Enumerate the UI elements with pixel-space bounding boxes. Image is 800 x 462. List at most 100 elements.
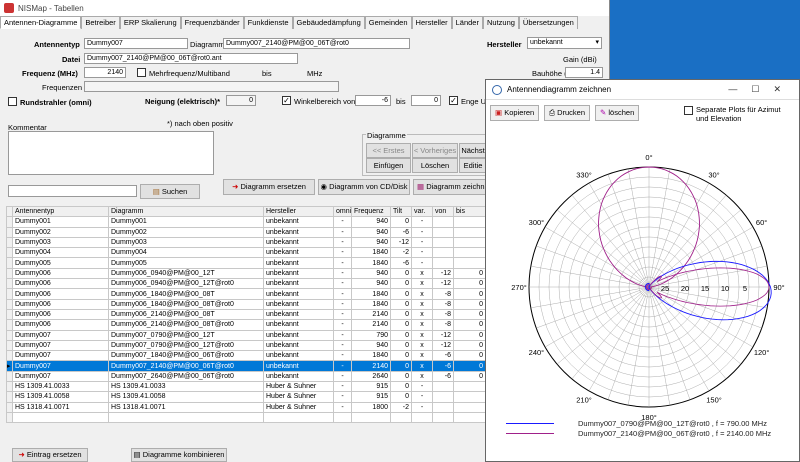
table-cell[interactable]: [432, 257, 454, 269]
table-cell[interactable]: [453, 257, 486, 269]
table-cell[interactable]: 0: [390, 288, 412, 300]
table-cell[interactable]: Dummy004: [12, 247, 109, 259]
column-header[interactable]: Diagramm: [108, 205, 264, 218]
table-cell[interactable]: 1840: [351, 350, 391, 362]
table-cell[interactable]: -: [411, 247, 433, 259]
table-cell[interactable]: [432, 236, 454, 249]
winkel-von-field[interactable]: -6: [355, 95, 391, 106]
table-cell[interactable]: x: [411, 288, 433, 300]
table-cell[interactable]: -: [333, 360, 352, 372]
table-row[interactable]: Dummy007 Dummy007_0790@PM@00_12T unbekannt…: [6, 329, 486, 341]
search-input[interactable]: [8, 185, 137, 197]
table-cell[interactable]: -: [333, 381, 352, 393]
table-row[interactable]: ▸ Dummy007 Dummy007_2140@PM@00_06T@rot0 unb…: [6, 360, 486, 372]
table-cell[interactable]: [432, 216, 454, 228]
einfuegen-button[interactable]: Einfügen: [366, 158, 411, 173]
table-cell[interactable]: -: [333, 370, 352, 383]
table-cell[interactable]: 790: [351, 329, 391, 341]
table-cell[interactable]: 0: [453, 288, 486, 300]
table-cell[interactable]: 1840: [351, 288, 391, 300]
table-cell[interactable]: unbekannt: [263, 216, 334, 228]
table-cell[interactable]: -12: [432, 267, 454, 280]
table-cell[interactable]: unbekannt: [263, 267, 334, 280]
table-cell[interactable]: [432, 381, 454, 393]
table-cell[interactable]: unbekannt: [263, 329, 334, 341]
tab-1[interactable]: Betreiber: [81, 16, 120, 29]
table-cell[interactable]: 0: [453, 339, 486, 352]
table-cell[interactable]: 0: [453, 298, 486, 310]
table-cell[interactable]: 915: [351, 391, 391, 403]
table-cell[interactable]: -12: [432, 329, 454, 341]
table-cell[interactable]: x: [411, 350, 433, 362]
table-cell[interactable]: 1840: [351, 257, 391, 269]
antennentyp-field[interactable]: Dummy007: [84, 38, 188, 49]
table-cell[interactable]: -2: [390, 401, 412, 413]
table-cell[interactable]: Dummy006: [12, 308, 109, 321]
table-cell[interactable]: Dummy006_0940@PM@00_12T@rot0: [108, 278, 264, 290]
table-cell[interactable]: [432, 391, 454, 403]
table-cell[interactable]: Huber & Suhner: [263, 381, 334, 393]
winkel-bis-field[interactable]: 0: [411, 95, 441, 106]
table-cell[interactable]: 940: [351, 236, 391, 249]
table-cell[interactable]: unbekannt: [263, 360, 334, 372]
table-cell[interactable]: -: [333, 350, 352, 362]
table-row[interactable]: Dummy001 Dummy001 unbekannt -940 0-: [6, 216, 486, 228]
table-cell[interactable]: 1840: [351, 298, 391, 310]
table-cell[interactable]: Dummy007: [12, 360, 109, 372]
table-cell[interactable]: Dummy007: [12, 370, 109, 383]
frequenz-field[interactable]: 2140: [84, 67, 126, 78]
table-cell[interactable]: -: [333, 298, 352, 310]
table-cell[interactable]: unbekannt: [263, 247, 334, 259]
diagramme-kombinieren-button[interactable]: ▤ Diagramme kombinieren: [131, 448, 227, 462]
separate-plots-checkbox[interactable]: [684, 106, 693, 115]
chevron-down-icon[interactable]: ▾: [595, 38, 599, 48]
table-row[interactable]: Dummy007 Dummy007_1840@PM@00_06T@rot0 unbe…: [6, 350, 486, 362]
table-cell[interactable]: -2: [390, 247, 412, 259]
tab-7[interactable]: Hersteller: [411, 16, 452, 29]
table-cell[interactable]: -6: [390, 226, 412, 238]
table-cell[interactable]: 0: [453, 329, 486, 341]
diagramm-ersetzen-button[interactable]: ➜ Diagramm ersetzen: [223, 179, 315, 195]
table-cell[interactable]: x: [411, 308, 433, 321]
table-cell[interactable]: Dummy007_0790@PM@00_12T: [108, 329, 264, 341]
table-cell[interactable]: [453, 216, 486, 228]
table-row[interactable]: HS 1309.41.0058 HS 1309.41.0058 Huber & Su…: [6, 391, 486, 403]
table-cell[interactable]: Dummy003: [12, 236, 109, 249]
table-cell[interactable]: x: [411, 267, 433, 280]
table-cell[interactable]: 0: [453, 267, 486, 280]
table-cell[interactable]: 2140: [351, 319, 391, 331]
table-cell[interactable]: unbekannt: [263, 298, 334, 310]
tab-9[interactable]: Nutzung: [482, 16, 519, 29]
table-cell[interactable]: HS 1309.41.0058: [12, 391, 109, 403]
table-cell[interactable]: 0: [390, 308, 412, 321]
table-cell[interactable]: -: [411, 216, 433, 228]
table-cell[interactable]: 0: [390, 267, 412, 280]
table-cell[interactable]: -6: [432, 360, 454, 372]
table-cell[interactable]: [432, 247, 454, 259]
table-cell[interactable]: -: [333, 267, 352, 280]
table-cell[interactable]: 2140: [351, 308, 391, 321]
diagramm-field[interactable]: Dummy007_2140@PM@00_06T@rot0: [223, 38, 410, 49]
table-cell[interactable]: 0: [390, 370, 412, 383]
table-cell[interactable]: 0: [390, 319, 412, 331]
table-cell[interactable]: Dummy006: [12, 288, 109, 300]
tab-0[interactable]: Antennen-Diagramme: [0, 16, 82, 29]
table-cell[interactable]: -: [333, 391, 352, 403]
table-cell[interactable]: -12: [432, 278, 454, 290]
table-cell[interactable]: Dummy007_0790@PM@00_12T@rot0: [108, 339, 264, 352]
loeschen-dialog-button[interactable]: ✎ löschen: [595, 105, 640, 121]
table-row[interactable]: Dummy006 Dummy006_2140@PM@00_08T@rot0 unbe…: [6, 319, 486, 331]
table-cell[interactable]: -8: [432, 308, 454, 321]
table-row[interactable]: Dummy006 Dummy006_1840@PM@00_08T unbekannt…: [6, 288, 486, 300]
table-cell[interactable]: Dummy006_1840@PM@00_08T: [108, 288, 264, 300]
rundstrahler-checkbox[interactable]: [8, 97, 17, 106]
table-cell[interactable]: -: [333, 236, 352, 249]
tab-10[interactable]: Übersetzungen: [518, 16, 578, 29]
tab-4[interactable]: Funkdienste: [243, 16, 293, 29]
erstes-button[interactable]: << Erstes: [366, 143, 411, 158]
table-cell[interactable]: Dummy001: [108, 216, 264, 228]
table-cell[interactable]: [432, 226, 454, 238]
table-row[interactable]: Dummy004 Dummy004 unbekannt -1840 -2-: [6, 247, 486, 259]
table-cell[interactable]: x: [411, 370, 433, 383]
table-cell[interactable]: Dummy002: [108, 226, 264, 238]
